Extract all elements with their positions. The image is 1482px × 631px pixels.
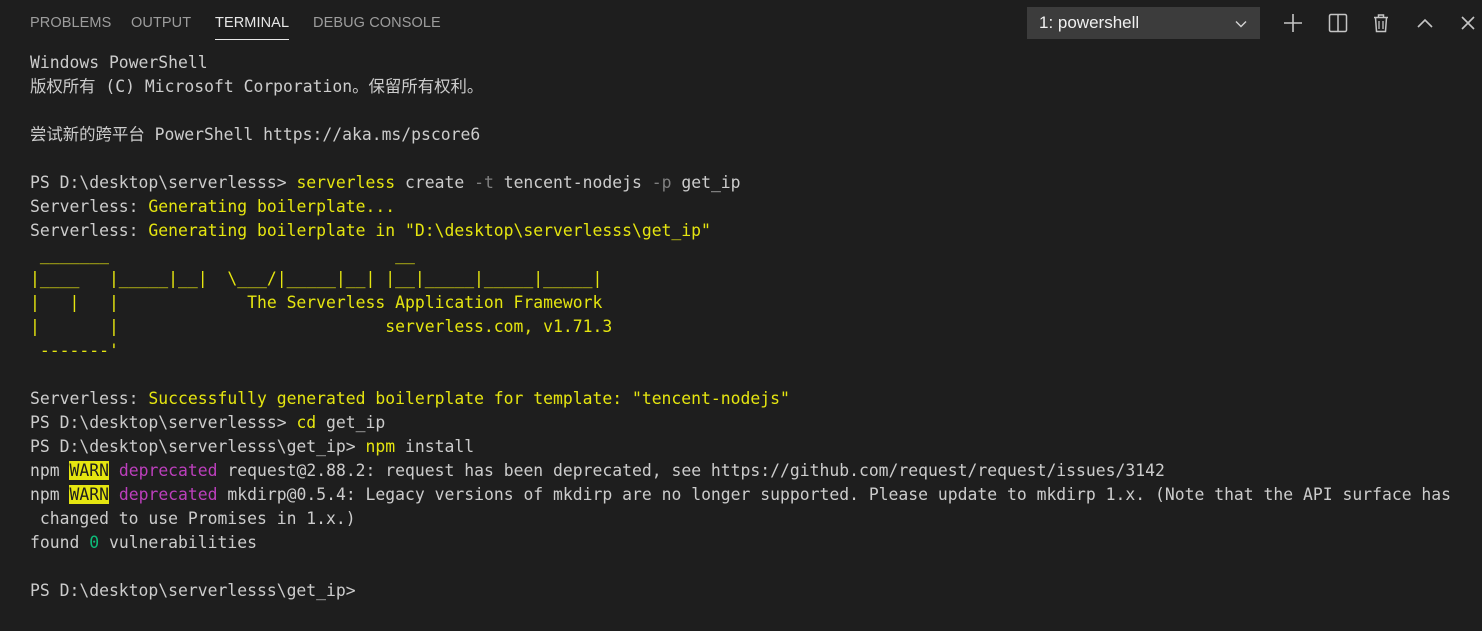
terminal-text: PS D:\desktop\serverlesss\get_ip> bbox=[30, 581, 356, 600]
terminal-text: install bbox=[395, 437, 475, 456]
terminal-text: Generating boilerplate in "D:\desktop\se… bbox=[148, 221, 711, 240]
terminal-line: -------' bbox=[30, 339, 1480, 363]
tab-problems[interactable]: PROBLEMS bbox=[30, 15, 111, 31]
terminal-text: -------' bbox=[30, 341, 119, 360]
terminal-text: Serverless: bbox=[30, 389, 149, 408]
terminal-text: mkdirp@0.5.4: Legacy versions of mkdirp … bbox=[217, 485, 1452, 504]
terminal-text: npm bbox=[30, 461, 70, 480]
terminal-line: _______ __ bbox=[30, 243, 1480, 267]
terminal-text: Generating boilerplate... bbox=[148, 197, 396, 216]
warn-badge: WARN bbox=[69, 485, 109, 504]
terminal-line: 尝试新的跨平台 PowerShell https://aka.ms/pscore… bbox=[30, 123, 1480, 147]
warn-badge: WARN bbox=[69, 461, 109, 480]
terminal-line: changed to use Promises in 1.x.) bbox=[30, 507, 1480, 531]
terminal-text: 版权所有 (C) Microsoft Corporation。保留所有权利。 bbox=[30, 77, 484, 96]
terminal-line: PS D:\desktop\serverlesss> serverless cr… bbox=[30, 171, 1480, 195]
terminal-line: found 0 vulnerabilities bbox=[30, 531, 1480, 555]
trash-icon[interactable] bbox=[1370, 12, 1392, 34]
terminal-line: npm WARN deprecated request@2.88.2: requ… bbox=[30, 459, 1480, 483]
terminal-text: cd bbox=[296, 413, 317, 432]
terminal-line: 版权所有 (C) Microsoft Corporation。保留所有权利。 bbox=[30, 75, 1480, 99]
terminal-text: -t bbox=[474, 173, 494, 192]
terminal-text: Serverless: bbox=[30, 197, 149, 216]
terminal-text: get_ip bbox=[671, 173, 741, 192]
terminal-text: Windows PowerShell bbox=[30, 53, 208, 72]
terminal-line: | | | The Serverless Application Framewo… bbox=[30, 291, 1480, 315]
chevron-down-icon bbox=[1234, 16, 1248, 30]
close-icon[interactable] bbox=[1457, 12, 1477, 34]
terminal-output[interactable]: Windows PowerShell 版权所有 (C) Microsoft Cor… bbox=[30, 51, 1480, 603]
terminal-text: 尝试新的跨平台 PowerShell https://aka.ms/pscore… bbox=[30, 125, 481, 144]
terminal-text: PS D:\desktop\serverlesss\get_ip> bbox=[30, 437, 366, 456]
terminal-line: Windows PowerShell bbox=[30, 51, 1480, 75]
terminal-line: Serverless: Successfully generated boile… bbox=[30, 387, 1480, 411]
terminal-text: PS D:\desktop\serverlesss> bbox=[30, 413, 297, 432]
tab-debug-console[interactable]: DEBUG CONSOLE bbox=[313, 15, 441, 31]
terminal-text: -p bbox=[651, 173, 672, 192]
terminal-text: changed to use Promises in 1.x.) bbox=[30, 509, 356, 528]
terminal-text: request@2.88.2: request has been depreca… bbox=[217, 461, 1165, 480]
panel-tab-bar: PROBLEMS OUTPUT TERMINAL DEBUG CONSOLE 1… bbox=[0, 0, 1482, 44]
terminal-text: serverless bbox=[296, 173, 396, 192]
terminal-text: deprecated bbox=[118, 485, 218, 504]
terminal-text: 0 bbox=[89, 533, 100, 552]
terminal-text: vulnerabilities bbox=[99, 533, 257, 552]
split-icon[interactable] bbox=[1327, 12, 1349, 34]
plus-icon[interactable] bbox=[1282, 12, 1304, 34]
tab-output[interactable]: OUTPUT bbox=[131, 15, 191, 31]
terminal-line: PS D:\desktop\serverlesss> cd get_ip bbox=[30, 411, 1480, 435]
terminal-line: Serverless: Generating boilerplate... bbox=[30, 195, 1480, 219]
tab-terminal[interactable]: TERMINAL bbox=[215, 15, 290, 40]
terminal-line: |____ |_____|__| \___/|_____|__| |__|___… bbox=[30, 267, 1480, 291]
terminal-text: Successfully generated boilerplate for t… bbox=[148, 389, 790, 408]
terminal-line: | | serverless.com, v1.71.3 bbox=[30, 315, 1480, 339]
terminal-text: | | serverless.com, v1.71.3 bbox=[30, 317, 613, 336]
terminal-line: PS D:\desktop\serverlesss\get_ip> bbox=[30, 579, 1480, 603]
terminal-text: get_ip bbox=[316, 413, 386, 432]
terminal-text: create bbox=[395, 173, 475, 192]
chevron-up-icon[interactable] bbox=[1414, 12, 1436, 34]
terminal-text: npm bbox=[365, 437, 396, 456]
terminal-select-dropdown[interactable]: 1: powershell bbox=[1027, 7, 1260, 39]
terminal-text: |____ |_____|__| \___/|_____|__| |__|___… bbox=[30, 269, 603, 288]
terminal-select-value: 1: powershell bbox=[1039, 13, 1140, 32]
terminal-text: npm bbox=[30, 485, 70, 504]
terminal-text: tencent-nodejs bbox=[493, 173, 652, 192]
terminal-line: npm WARN deprecated mkdirp@0.5.4: Legacy… bbox=[30, 483, 1480, 507]
terminal-text: _______ __ bbox=[30, 245, 415, 264]
terminal-text: found bbox=[30, 533, 90, 552]
terminal-text: Serverless: bbox=[30, 221, 149, 240]
terminal-line: PS D:\desktop\serverlesss\get_ip> npm in… bbox=[30, 435, 1480, 459]
terminal-text: | | | The Serverless Application Framewo… bbox=[30, 293, 603, 312]
terminal-text: PS D:\desktop\serverlesss> bbox=[30, 173, 297, 192]
terminal-text: deprecated bbox=[118, 461, 218, 480]
terminal-line: Serverless: Generating boilerplate in "D… bbox=[30, 219, 1480, 243]
